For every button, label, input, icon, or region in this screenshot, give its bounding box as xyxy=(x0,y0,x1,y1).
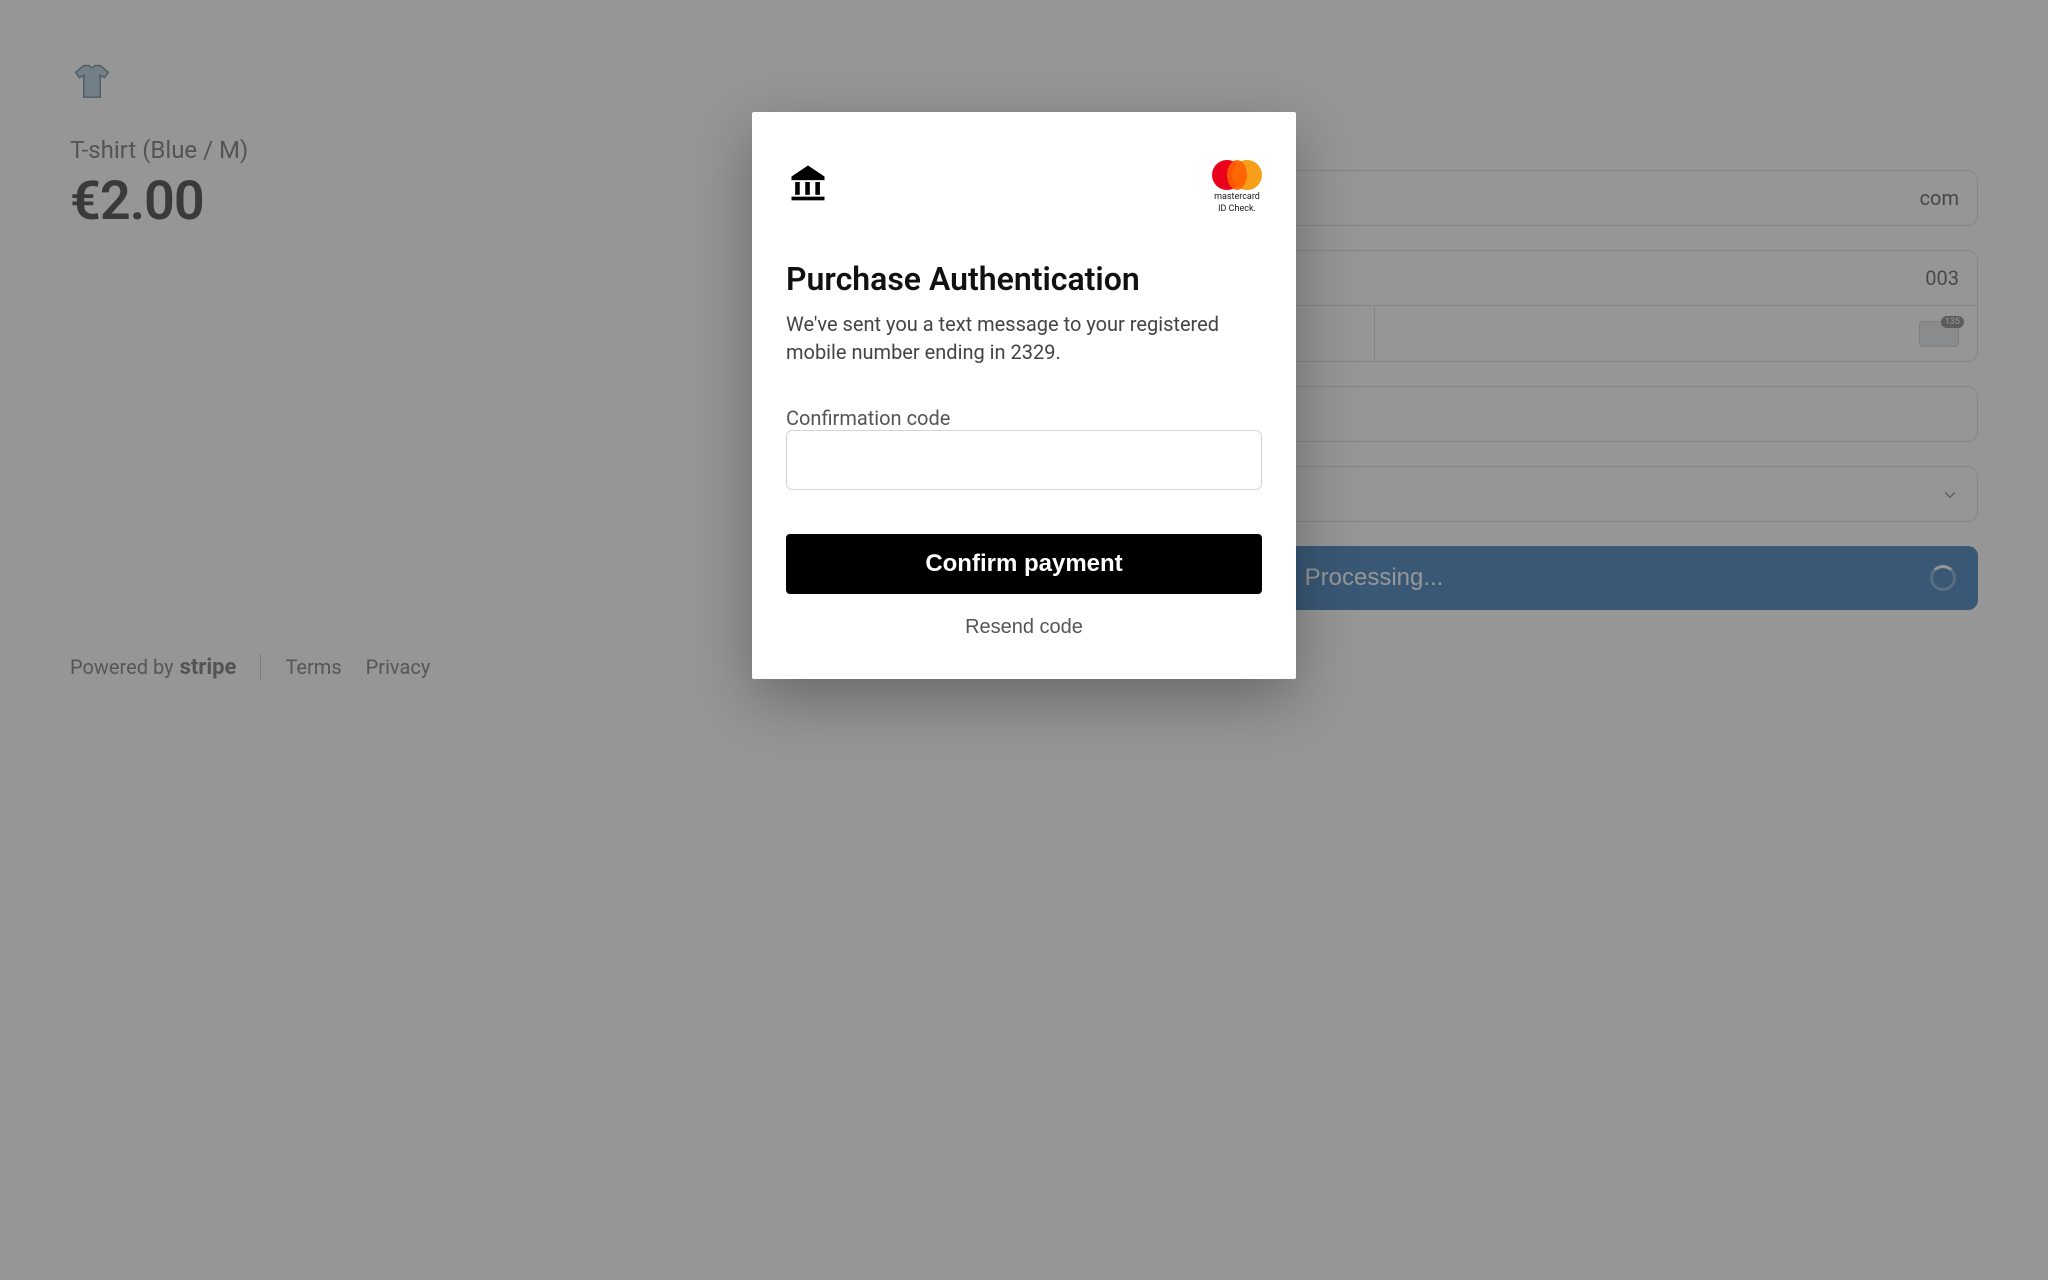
modal-title: Purchase Authentication xyxy=(786,260,1262,298)
auth-modal: mastercard ID Check. Purchase Authentica… xyxy=(752,112,1296,679)
modal-body-text: We've sent you a text message to your re… xyxy=(786,310,1262,366)
mastercard-label-2: ID Check. xyxy=(1218,205,1256,214)
confirmation-code-input[interactable] xyxy=(786,430,1262,490)
modal-header: mastercard ID Check. xyxy=(786,160,1262,214)
resend-code-button[interactable]: Resend code xyxy=(786,616,1262,639)
mastercard-id-check-logo: mastercard ID Check. xyxy=(1212,160,1262,214)
mastercard-icon xyxy=(1212,160,1262,190)
bank-icon xyxy=(786,160,830,204)
mastercard-label-1: mastercard xyxy=(1214,193,1260,202)
code-label: Confirmation code xyxy=(786,406,950,430)
confirm-payment-button[interactable]: Confirm payment xyxy=(786,534,1262,594)
